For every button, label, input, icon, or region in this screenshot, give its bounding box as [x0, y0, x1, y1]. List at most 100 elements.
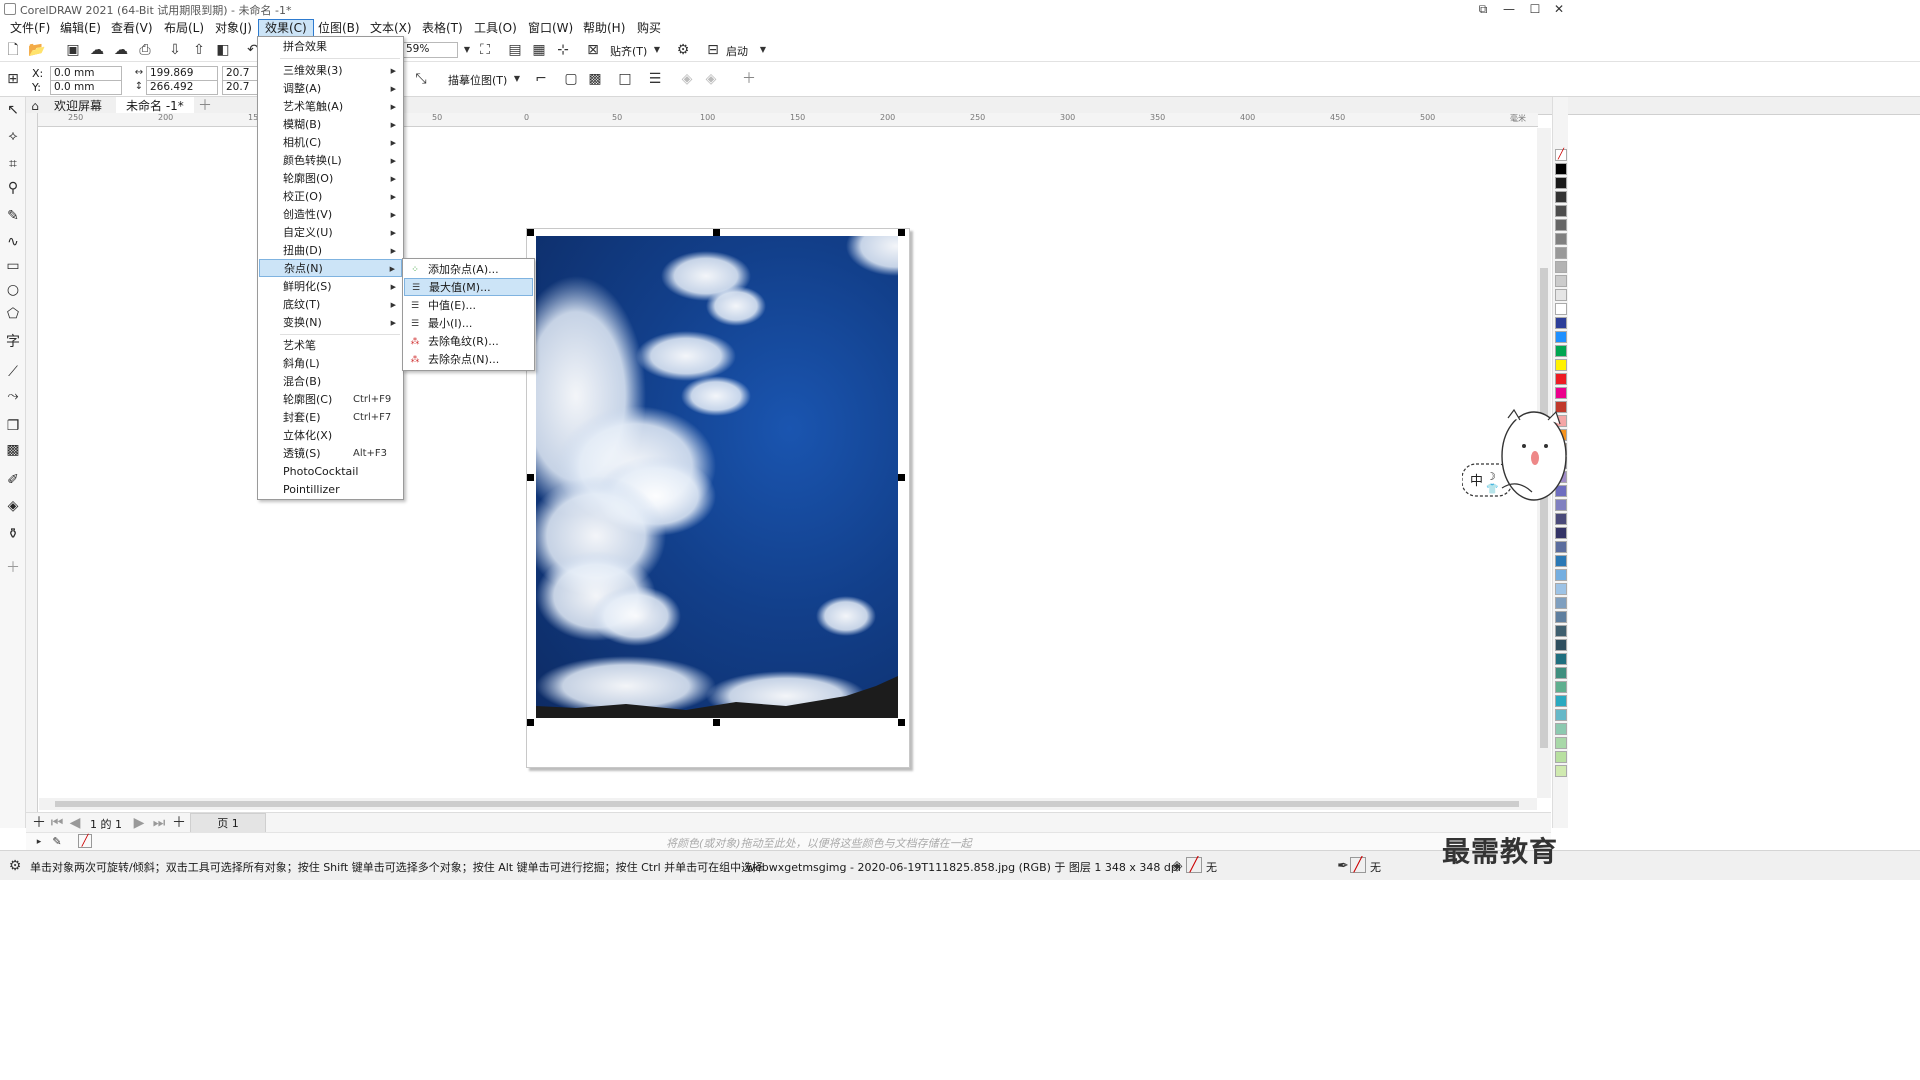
- y-position-field[interactable]: 0.0 mm: [50, 80, 122, 95]
- frame-icon[interactable]: □: [616, 70, 634, 88]
- expand-arrow-icon[interactable]: ▸: [30, 833, 48, 851]
- color-swatch[interactable]: [1555, 205, 1567, 217]
- height-field[interactable]: 266.492 mm: [146, 80, 218, 106]
- menu-item-blend[interactable]: 混合(B): [259, 373, 402, 391]
- zoom-tool-icon[interactable]: ⚲: [4, 179, 22, 197]
- color-swatch[interactable]: [1555, 373, 1567, 385]
- text-wrap-icon[interactable]: ☰: [646, 70, 664, 88]
- menu-object[interactable]: 对象(J): [209, 19, 258, 37]
- menu-item-sharpen[interactable]: 鲜明化(S) ▶: [259, 278, 402, 296]
- menu-item-remove-noise[interactable]: ⁂ 去除杂点(N)...: [404, 351, 533, 369]
- menu-table[interactable]: 表格(T): [416, 19, 469, 37]
- artistic-media-icon[interactable]: ∿: [4, 233, 22, 251]
- transparency-tool-icon[interactable]: ▩: [4, 441, 22, 459]
- menu-item-add-noise[interactable]: ⁘ 添加杂点(A)...: [404, 261, 533, 279]
- smart-fill-icon[interactable]: ⚱: [4, 525, 22, 543]
- menu-view[interactable]: 查看(V): [105, 19, 159, 37]
- launch-dropdown-icon[interactable]: ▼: [754, 41, 772, 59]
- menu-item-extrude[interactable]: 立体化(X): [259, 427, 402, 445]
- scale-y-field[interactable]: 20.7: [222, 80, 258, 95]
- menu-item-artistic-media[interactable]: 艺术笔: [259, 337, 402, 355]
- color-swatch[interactable]: [1555, 513, 1567, 525]
- color-swatch[interactable]: [1555, 387, 1567, 399]
- minimize-button[interactable]: —: [1496, 0, 1522, 18]
- snap-to-label[interactable]: 贴齐(T): [610, 43, 647, 59]
- menu-help[interactable]: 帮助(H): [577, 19, 631, 37]
- trace-bitmap-button[interactable]: 描摹位图(T): [448, 72, 507, 88]
- restore-icon[interactable]: ⧉: [1470, 0, 1496, 18]
- full-screen-icon[interactable]: ⛶: [476, 41, 494, 59]
- menu-item-texture[interactable]: 底纹(T) ▶: [259, 296, 402, 314]
- color-swatch[interactable]: [1555, 247, 1567, 259]
- menu-file[interactable]: 文件(F): [4, 19, 56, 37]
- crop-tool-icon[interactable]: ⌗: [4, 155, 22, 173]
- settings-gear-icon[interactable]: ⚙: [6, 857, 24, 875]
- color-swatch[interactable]: [1555, 163, 1567, 175]
- selection-handle-ml[interactable]: [527, 474, 534, 481]
- x-position-field[interactable]: 0.0 mm: [50, 66, 122, 81]
- menu-text[interactable]: 文本(X): [364, 19, 418, 37]
- launch-icon[interactable]: ⊟: [704, 41, 722, 59]
- freehand-tool-icon[interactable]: ✎: [4, 207, 22, 225]
- maximize-button[interactable]: ☐: [1522, 0, 1548, 18]
- cloud-download-icon[interactable]: ☁: [112, 41, 130, 59]
- menu-buy[interactable]: 购买: [631, 19, 667, 37]
- color-swatch[interactable]: [1555, 639, 1567, 651]
- zoom-dropdown-icon[interactable]: ▼: [458, 41, 476, 59]
- color-swatch[interactable]: [1555, 289, 1567, 301]
- menu-item-flatten-effect[interactable]: 拼合效果: [259, 38, 402, 56]
- menu-item-adjust[interactable]: 调整(A) ▶: [259, 80, 402, 98]
- sky-photo-bitmap[interactable]: [536, 236, 898, 718]
- shape-tool-icon[interactable]: ⟡: [4, 127, 22, 145]
- menu-item-correction[interactable]: 校正(O) ▶: [259, 188, 402, 206]
- page-tab[interactable]: 页 1: [190, 813, 266, 833]
- drop-shadow-icon[interactable]: ❐: [4, 417, 22, 435]
- color-swatch[interactable]: [1555, 275, 1567, 287]
- print-icon[interactable]: ⎙: [136, 41, 154, 59]
- menu-item-art-strokes[interactable]: 艺术笔触(A) ▶: [259, 98, 402, 116]
- menu-item-maximum[interactable]: ☰ 最大值(M)...: [404, 278, 533, 296]
- add-page-icon[interactable]: ＋: [30, 814, 48, 832]
- snap-off-icon[interactable]: ⊠: [584, 41, 602, 59]
- object-origin-icon[interactable]: ⊞: [4, 70, 22, 88]
- color-swatch[interactable]: [1555, 751, 1567, 763]
- selection-handle-tl[interactable]: [527, 229, 534, 236]
- color-swatch[interactable]: [1555, 261, 1567, 273]
- color-swatch[interactable]: [1555, 359, 1567, 371]
- show-guides-icon[interactable]: ⊹: [554, 41, 572, 59]
- color-swatch[interactable]: [1555, 667, 1567, 679]
- menu-item-photococktail[interactable]: PhotoCocktail: [259, 463, 402, 481]
- menu-item-noise[interactable]: 杂点(N) ▶: [259, 259, 402, 277]
- color-swatch[interactable]: [1555, 331, 1567, 343]
- resample-icon[interactable]: ▢: [562, 70, 580, 88]
- next-page-icon[interactable]: ▶: [130, 814, 148, 832]
- menu-item-remove-moire[interactable]: ⁂ 去除龟纹(R)...: [404, 333, 533, 351]
- show-rulers-icon[interactable]: ▤: [506, 41, 524, 59]
- color-swatch[interactable]: [1555, 695, 1567, 707]
- menu-tools[interactable]: 工具(O): [468, 19, 523, 37]
- menu-layout[interactable]: 布局(L): [158, 19, 210, 37]
- menu-item-3d-effects[interactable]: 三维效果(3) ▶: [259, 62, 402, 80]
- ellipse-tool-icon[interactable]: ○: [4, 281, 22, 299]
- selection-handle-tr[interactable]: [898, 229, 905, 236]
- color-swatch[interactable]: [1555, 303, 1567, 315]
- selection-handle-tc[interactable]: [713, 229, 720, 236]
- new-document-icon[interactable]: 🗋: [4, 41, 22, 59]
- import-icon[interactable]: ⇩: [166, 41, 184, 59]
- menu-item-color-transform[interactable]: 颜色转换(L) ▶: [259, 152, 402, 170]
- ime-mascot[interactable]: 中 ☽ 👕: [1461, 408, 1568, 510]
- crop-bitmap-icon[interactable]: ⌐: [532, 70, 550, 88]
- publish-icon[interactable]: ◧: [214, 41, 232, 59]
- bitmap-mask-icon[interactable]: ▩: [586, 70, 604, 88]
- menu-item-bevel[interactable]: 斜角(L): [259, 355, 402, 373]
- color-swatch[interactable]: [1555, 653, 1567, 665]
- outline-none-swatch[interactable]: ╱: [1350, 857, 1366, 873]
- menu-item-median[interactable]: ☰ 中值(E)...: [404, 297, 533, 315]
- no-color-swatch[interactable]: ╱: [78, 834, 92, 848]
- color-swatch[interactable]: [1555, 583, 1567, 595]
- options-gear-icon[interactable]: ⚙: [674, 41, 692, 59]
- to-front-icon[interactable]: ◈: [678, 70, 696, 88]
- color-swatch[interactable]: [1555, 709, 1567, 721]
- snap-dropdown-icon[interactable]: ▼: [648, 41, 666, 59]
- color-swatch[interactable]: [1555, 233, 1567, 245]
